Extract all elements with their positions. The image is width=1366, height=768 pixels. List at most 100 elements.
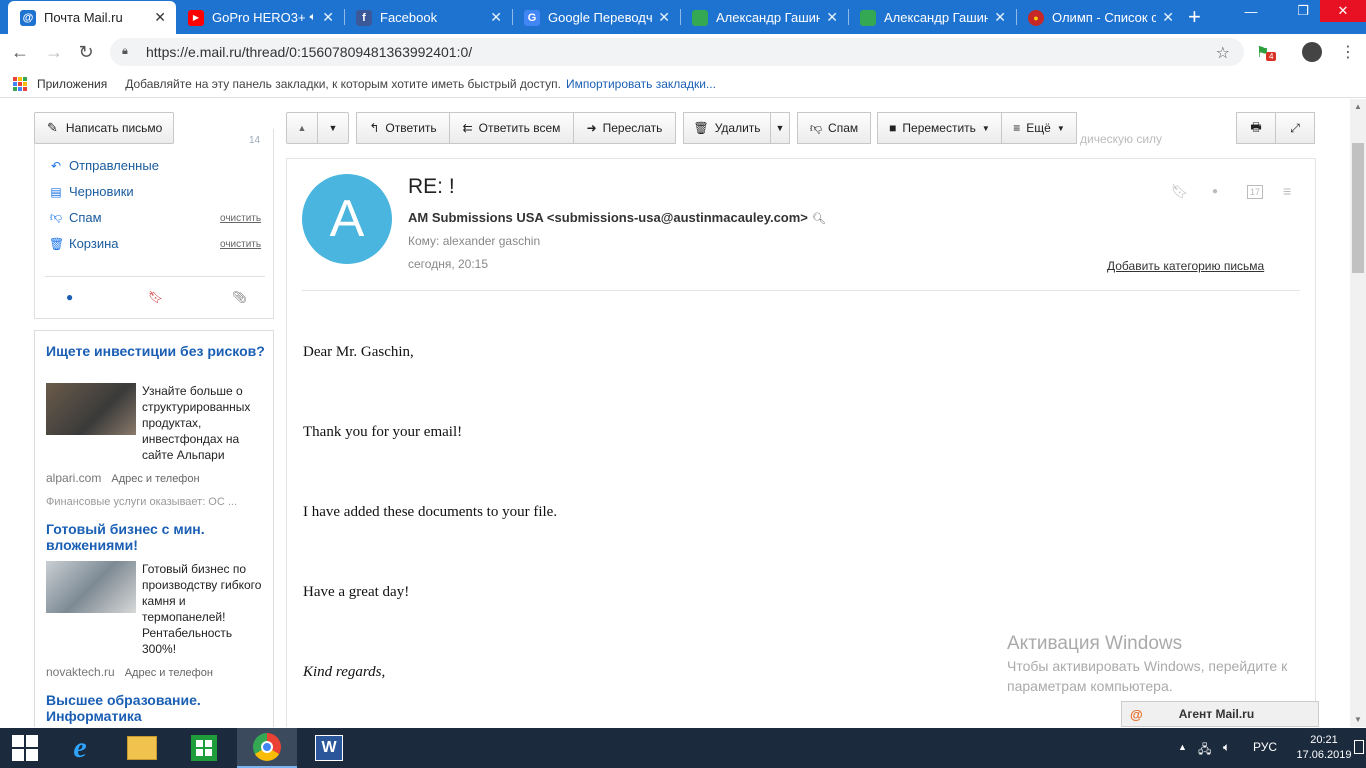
tab-profile-1[interactable]: Александр Гашин ✕ bbox=[680, 1, 848, 34]
clear-spam-link[interactable]: очистить bbox=[220, 213, 261, 224]
extension-icon[interactable]: ⚑ 4 bbox=[1256, 43, 1277, 61]
next-message-button[interactable]: ▼ bbox=[317, 112, 349, 144]
tab-facebook[interactable]: f Facebook ✕ bbox=[344, 1, 512, 34]
close-icon[interactable]: ✕ bbox=[490, 9, 502, 26]
search-icon[interactable]: 🔍︎ bbox=[812, 213, 826, 225]
tab-olimp[interactable]: ● Олимп - Список см ✕ bbox=[1016, 1, 1184, 34]
scroll-up-icon[interactable]: ▲ bbox=[1354, 102, 1362, 111]
word-icon[interactable]: W bbox=[299, 728, 359, 768]
system-clock[interactable]: 20:21 17.06.2019 bbox=[1296, 733, 1352, 763]
spam-button[interactable]: 👎︎ Спам bbox=[797, 112, 871, 144]
tray-overflow-icon[interactable]: ▲ bbox=[1178, 742, 1187, 752]
close-icon[interactable]: ✕ bbox=[322, 9, 334, 26]
internet-explorer-icon[interactable]: e bbox=[50, 728, 110, 768]
file-explorer-icon[interactable] bbox=[112, 728, 172, 768]
bookmarks-bar: Приложения Добавляйте на эту панель закл… bbox=[0, 70, 1366, 98]
folder-trash[interactable]: 🗑︎ Корзина bbox=[49, 236, 119, 251]
apps-grid-icon[interactable] bbox=[13, 76, 27, 91]
tab-title: Александр Гашин bbox=[884, 10, 989, 25]
expand-button[interactable]: ⤢ bbox=[1275, 112, 1315, 144]
google-translate-icon: G bbox=[524, 9, 540, 26]
chevron-down-icon: ▼ bbox=[981, 123, 990, 133]
close-icon[interactable]: ✕ bbox=[658, 9, 670, 26]
calendar-icon[interactable]: 17 bbox=[1247, 185, 1264, 199]
ad-image[interactable] bbox=[46, 383, 136, 435]
move-button[interactable]: ■ Переместить ▼ bbox=[877, 112, 1002, 144]
close-icon[interactable]: ✕ bbox=[154, 9, 166, 26]
mail-agent-bar[interactable]: @ Агент Mail.ru bbox=[1121, 701, 1319, 727]
reload-icon[interactable]: ↻ bbox=[76, 42, 96, 62]
reply-button[interactable]: ↰ Ответить bbox=[356, 112, 450, 144]
back-icon[interactable]: ← bbox=[10, 42, 30, 62]
url-text: https://e.mail.ru/thread/0:1560780948136… bbox=[146, 44, 473, 60]
ad-text[interactable]: Готовый бизнес по производству гибкого к… bbox=[142, 561, 267, 657]
youtube-icon: ▶ bbox=[188, 9, 204, 26]
clear-trash-link[interactable]: очистить bbox=[220, 239, 261, 250]
close-icon[interactable]: ✕ bbox=[826, 9, 838, 26]
new-tab-button[interactable]: + bbox=[1188, 4, 1201, 30]
close-icon[interactable]: ✕ bbox=[994, 9, 1006, 26]
ads-panel: Ищете инвестиции без рисков? Узнайте бол… bbox=[34, 330, 274, 727]
read-status-icon[interactable]: ● bbox=[1212, 186, 1218, 197]
ad-domain[interactable]: alpari.com Адрес и телефон bbox=[46, 471, 200, 485]
ad-address-link[interactable]: Адрес и телефон bbox=[125, 667, 213, 679]
delete-dropdown-button[interactable]: ▼ bbox=[770, 112, 790, 144]
bookmark-star-icon[interactable]: ☆ bbox=[1216, 43, 1230, 63]
add-category-link[interactable]: Добавить категорию письма bbox=[1107, 259, 1264, 273]
prev-message-button[interactable]: ▲ bbox=[286, 112, 318, 144]
scroll-down-icon[interactable]: ▼ bbox=[1354, 715, 1362, 724]
minimize-button[interactable]: — bbox=[1228, 0, 1274, 22]
folder-spam[interactable]: 👎︎ Спам bbox=[49, 210, 102, 225]
tab-google-translate[interactable]: G Google Переводчик ✕ bbox=[512, 1, 680, 34]
folder-drafts[interactable]: ▤ Черновики bbox=[49, 184, 133, 199]
ad-domain-text: novaktech.ru bbox=[46, 665, 115, 679]
import-bookmarks-link[interactable]: Импортировать закладки... bbox=[566, 77, 716, 91]
message-from[interactable]: AM Submissions USA <submissions-usa@aust… bbox=[408, 210, 826, 225]
body-paragraph: Thank you for your email! bbox=[303, 424, 463, 440]
more-button[interactable]: ≡ Ещё ▼ bbox=[1001, 112, 1077, 144]
folder-sent[interactable]: ↶ Отправленные bbox=[49, 158, 159, 173]
volume-icon[interactable]: 🔈︎ bbox=[1223, 740, 1230, 755]
start-button[interactable] bbox=[0, 728, 50, 768]
tab-gopro[interactable]: ▶ GoPro HERO3+ 🔈︎ ✕ bbox=[176, 1, 344, 34]
profile-avatar[interactable] bbox=[1302, 42, 1322, 62]
print-button[interactable]: 🖶︎ bbox=[1236, 112, 1276, 144]
ad-title[interactable]: Высшее образование. Информатика bbox=[46, 692, 266, 724]
tab-profile-2[interactable]: Александр Гашин ✕ bbox=[848, 1, 1016, 34]
language-indicator[interactable]: РУС bbox=[1253, 740, 1277, 754]
tab-title: Александр Гашин bbox=[716, 10, 821, 25]
attachment-filter-icon[interactable]: 📎︎ bbox=[232, 290, 247, 304]
page-scrollbar[interactable]: ▲ ▼ bbox=[1350, 99, 1366, 727]
close-icon[interactable]: ✕ bbox=[1162, 9, 1174, 26]
apps-link[interactable]: Приложения bbox=[37, 77, 107, 91]
browser-menu-icon[interactable]: ⋮ bbox=[1340, 42, 1356, 62]
ad-title[interactable]: Готовый бизнес с мин. вложениями! bbox=[46, 521, 266, 553]
unread-filter-icon[interactable]: ● bbox=[66, 290, 73, 304]
delete-button[interactable]: 🗑︎ Удалить bbox=[683, 112, 771, 144]
flag-icon[interactable]: 🔖︎ bbox=[1171, 183, 1189, 200]
scroll-thumb[interactable] bbox=[1352, 143, 1364, 273]
speaker-icon[interactable]: 🔈︎ bbox=[310, 11, 317, 24]
folder-label: Спам bbox=[69, 210, 102, 225]
network-icon[interactable]: 🖧︎ bbox=[1198, 740, 1211, 761]
reply-all-label: Ответить всем bbox=[478, 121, 561, 135]
ad-image[interactable] bbox=[46, 561, 136, 613]
ad-title[interactable]: Ищете инвестиции без рисков? bbox=[46, 343, 266, 359]
tab-mail[interactable]: @ Почта Mail.ru ✕ bbox=[8, 1, 176, 34]
ad-domain[interactable]: novaktech.ru Адрес и телефон bbox=[46, 665, 213, 679]
reply-icon: ↰ bbox=[369, 121, 380, 135]
flagged-filter-icon[interactable]: 🔖︎ bbox=[148, 290, 163, 304]
ad-address-link[interactable]: Адрес и телефон bbox=[111, 473, 199, 485]
window-close-button[interactable]: ✕ bbox=[1320, 0, 1366, 22]
address-bar[interactable]: 🔒︎ https://e.mail.ru/thread/0:1560780948… bbox=[110, 38, 1244, 66]
store-icon[interactable] bbox=[174, 728, 234, 768]
notifications-icon[interactable] bbox=[1354, 740, 1364, 754]
forward-button[interactable]: ➜ Переслать bbox=[573, 112, 676, 144]
menu-icon[interactable]: ≡ bbox=[1283, 183, 1291, 199]
compose-button[interactable]: ✎ Написать письмо bbox=[34, 112, 174, 144]
forward-icon[interactable]: → bbox=[44, 42, 64, 62]
reply-all-button[interactable]: ⇇ Ответить всем bbox=[449, 112, 574, 144]
ad-text[interactable]: Узнайте больше о структурированных проду… bbox=[142, 383, 267, 463]
chrome-icon[interactable] bbox=[237, 728, 297, 768]
print-icon: 🖶︎ bbox=[1250, 119, 1262, 134]
